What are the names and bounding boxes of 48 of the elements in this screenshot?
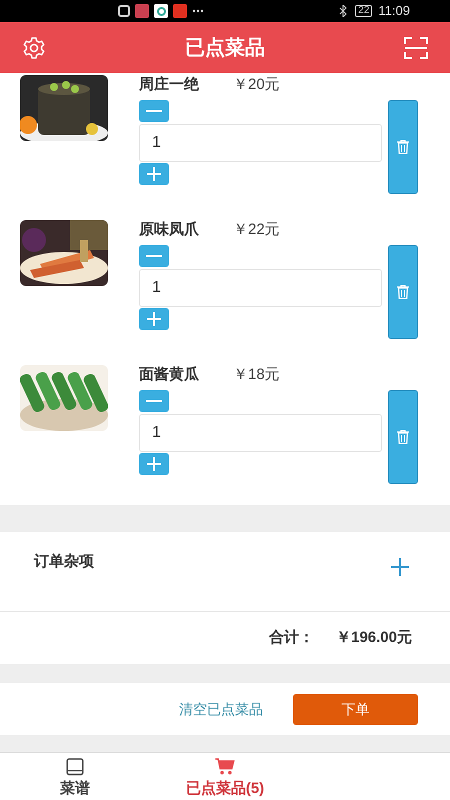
plus-icon <box>146 166 162 182</box>
dish-name: 原味凤爪 <box>139 220 200 240</box>
quantity-field[interactable]: 1 <box>139 124 382 162</box>
tab[interactable]: 菜谱 <box>0 753 150 800</box>
cart-icon <box>215 758 235 776</box>
trash-icon <box>397 285 409 299</box>
misc-label: 订单杂项 <box>34 552 95 572</box>
dish-name: 周庄一绝 <box>139 74 200 95</box>
add-icon[interactable] <box>390 557 410 577</box>
tab[interactable]: 已点菜品(5) <box>150 753 300 800</box>
app-icon <box>135 4 149 18</box>
notification-icon <box>118 5 130 17</box>
battery-icon: 22 <box>355 5 372 17</box>
delete-button[interactable] <box>388 245 418 339</box>
delete-button[interactable] <box>388 100 418 194</box>
minus-button[interactable] <box>139 245 169 267</box>
clear-link[interactable]: 清空已点菜品 <box>179 698 263 720</box>
plus-icon <box>146 456 162 472</box>
scan-icon[interactable] <box>404 36 428 58</box>
bluetooth-icon <box>339 5 348 17</box>
plus-button[interactable] <box>139 163 169 185</box>
quantity-field[interactable]: 1 <box>139 269 382 307</box>
minus-button[interactable] <box>139 390 169 412</box>
minus-button[interactable] <box>139 100 169 122</box>
app-icon <box>173 4 187 18</box>
dish-name: 面酱黄瓜 <box>139 364 200 385</box>
plus-button[interactable] <box>139 453 169 475</box>
plus-button[interactable] <box>139 308 169 330</box>
clock: 11:09 <box>378 2 410 20</box>
delete-button[interactable] <box>388 390 418 484</box>
minus-icon <box>146 400 162 402</box>
page-title: 已点菜品 <box>184 36 266 60</box>
dish-price: ￥22元 <box>233 220 280 240</box>
dish-price: ￥18元 <box>233 364 280 385</box>
tablet-icon <box>66 758 84 776</box>
submit-button[interactable]: 下单 <box>293 694 418 724</box>
settings-icon[interactable] <box>22 36 46 60</box>
quantity-field[interactable]: 1 <box>139 414 382 452</box>
dish-price: ￥20元 <box>233 74 280 95</box>
minus-icon <box>146 110 162 112</box>
app-icon <box>154 4 168 18</box>
trash-icon <box>397 430 409 444</box>
total-amount: ￥196.00元 <box>336 628 412 648</box>
trash-icon <box>397 140 409 154</box>
minus-icon <box>146 255 162 257</box>
more-icon <box>192 9 204 13</box>
total-label: 合计： <box>269 628 314 648</box>
plus-icon <box>146 311 162 327</box>
